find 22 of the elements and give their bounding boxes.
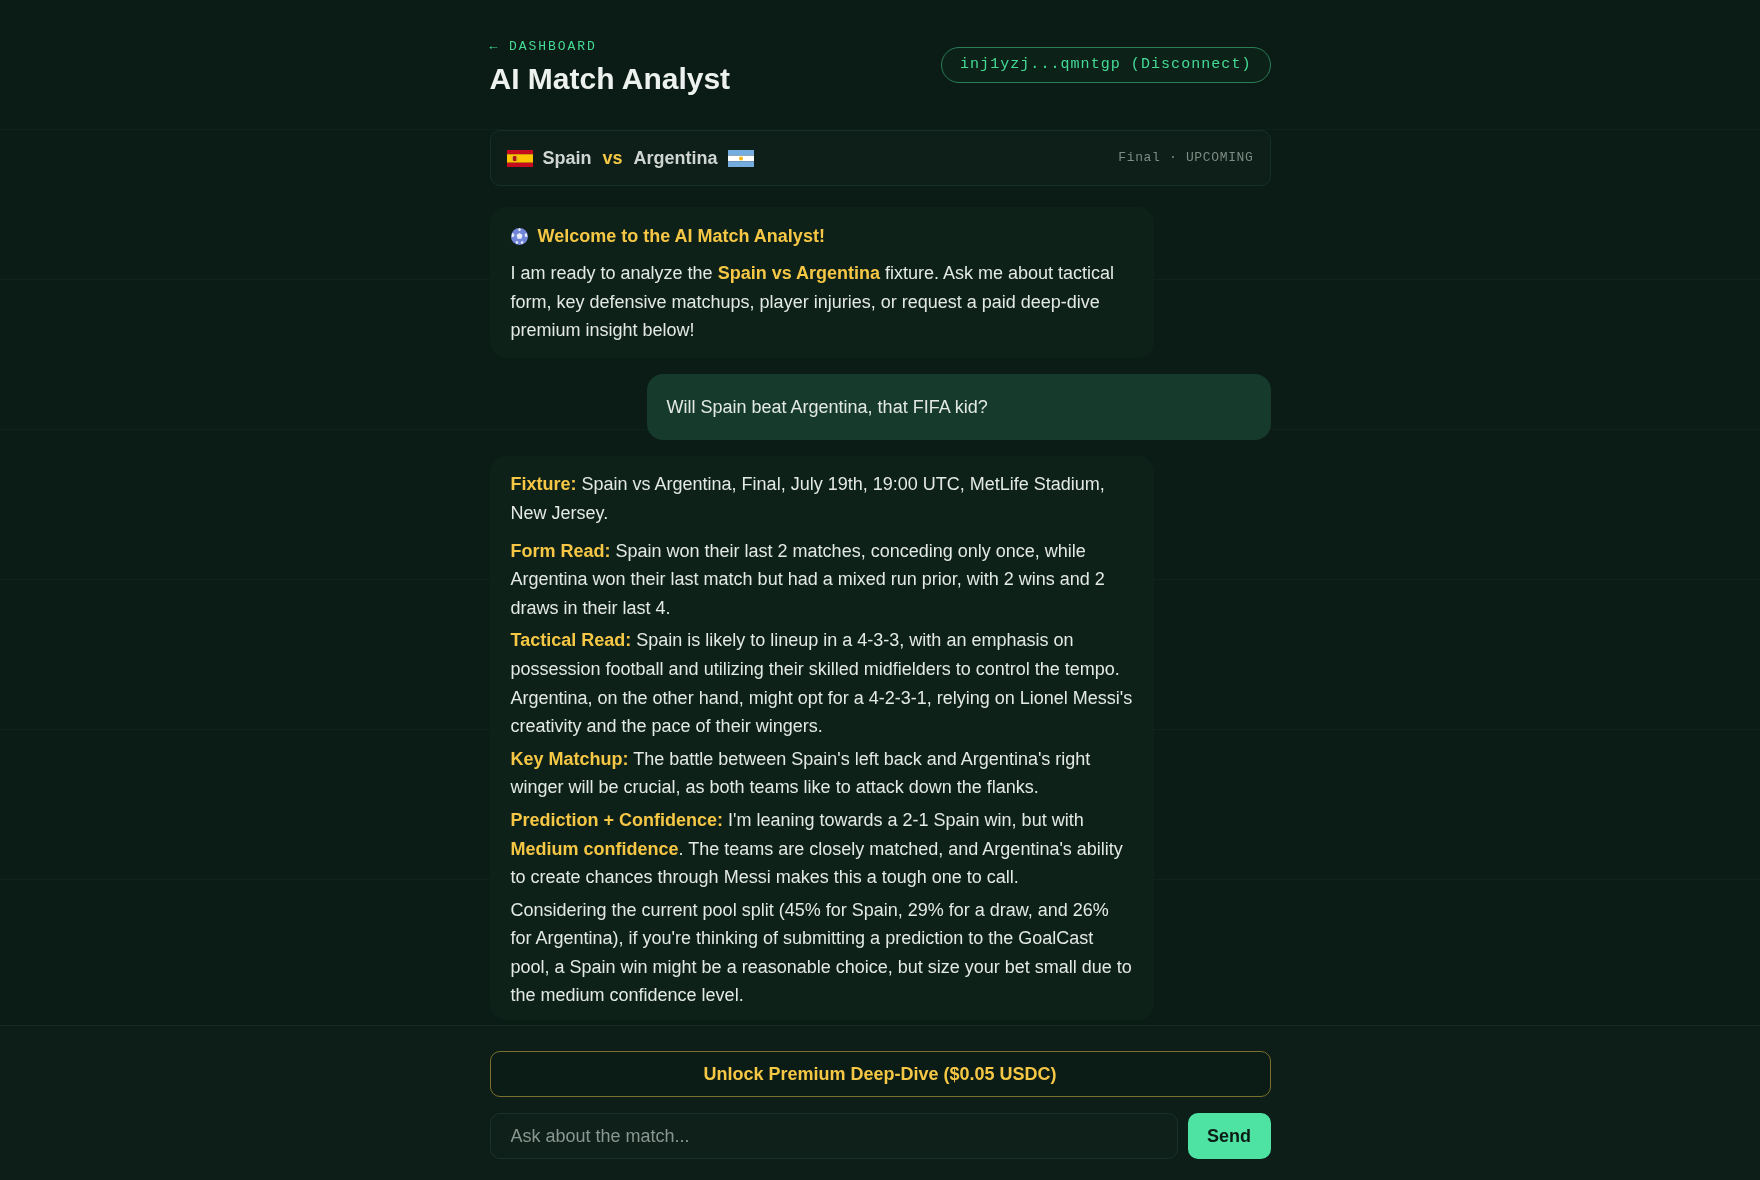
versus-label: vs [602, 146, 623, 170]
message-paragraph: Tactical Read: Spain is likely to lineup in a 4-3-3, with an emphasis on possession football and utilizing their skilled midfielders to control the tempo. Argentina, on the other hand, might opt for a 4-2-3-1, relying on Lionel Messi's creativity and the pace of their wingers. [510, 629, 1133, 739]
send-button[interactable]: Send [1187, 1113, 1271, 1159]
message-paragraph: Form Read: Spain won their last 2 matches, conceding only once, while Argentina won their last match but had a mixed run prior, with 2 wins and 2 draws in their last 4. [510, 539, 1106, 620]
home-team-name: Spain [542, 146, 592, 170]
message-paragraph: Key Matchup: The battle between Spain's left back and Argentina's right winger will be crucial, as both teams like to attack down the flanks. [510, 747, 1092, 800]
dashboard-link[interactable]: ← DASHBOARD [489, 39, 597, 55]
wallet-button[interactable]: inj1yzj...qmntgp (Disconnect) [941, 47, 1271, 83]
spain-flag-icon [506, 149, 533, 167]
welcome-title: Welcome to the AI Match Analyst! [537, 225, 825, 248]
match-status: Final · UPCOMING [1118, 149, 1254, 168]
premium-unlock-button[interactable]: Unlock Premium Deep-Dive ($0.05 USDC) [489, 1051, 1271, 1097]
message-paragraph: Prediction + Confidence: I'm leaning towards a 2-1 Spain win, but with Medium confidence. The teams are closely matched, and Argentina's ability to create chances through Messi makes this a tough one to call. [510, 808, 1124, 890]
message-paragraph: Considering the current pool split (45% for Spain, 29% for a draw, and 26% for Argentina), if you're thinking of submitting a prediction to the GoalCast pool, a Spain win might be a reasonable choice, but size your bet small due to the medium confidence level. [510, 898, 1133, 1008]
message-input[interactable]: Ask about the match... [489, 1113, 1178, 1159]
argentina-flag-icon [727, 149, 754, 167]
message-paragraph: I am ready to analyze the Spain vs Argentina fixture. Ask me about tactical form, key defensive matchups, player injuries, or request a paid deep-dive premium insight below! [510, 262, 1116, 343]
away-team-name: Argentina [633, 146, 718, 170]
soccer-ball-icon [510, 227, 528, 245]
message-paragraph: Fixture: Spain vs Argentina, Final, July 19th, 19:00 UTC, MetLife Stadium, New Jersey. [510, 473, 1106, 525]
page-title: AI Match Analyst [489, 61, 731, 97]
user-message-text: Will Spain beat Argentina, that FIFA kid? [666, 395, 989, 419]
